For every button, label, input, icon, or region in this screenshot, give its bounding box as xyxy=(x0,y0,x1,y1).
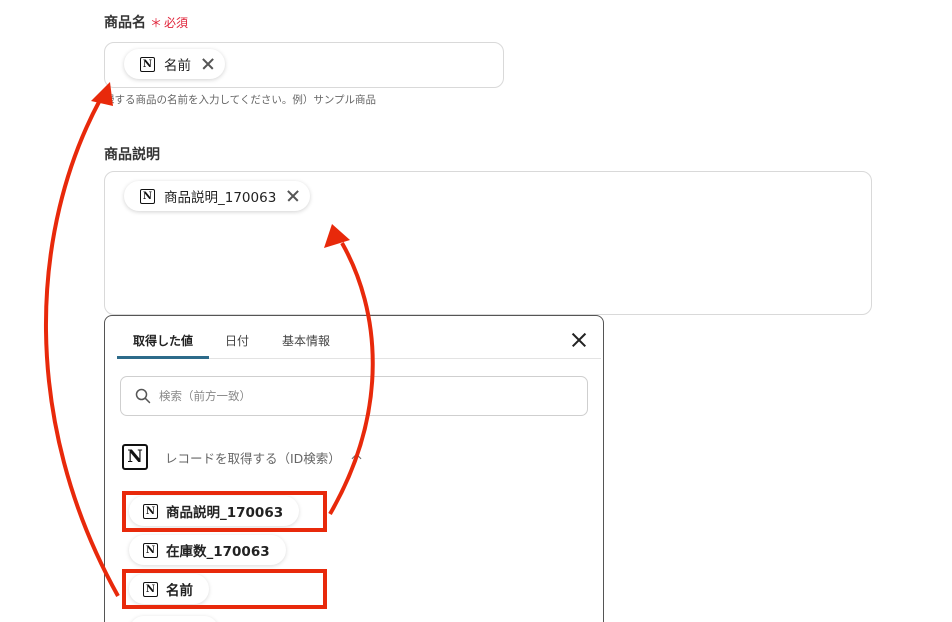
product-description-label: 商品説明 xyxy=(104,147,160,163)
chip-label: 商品説明_170063 xyxy=(164,190,277,206)
remove-chip-icon[interactable] xyxy=(286,189,300,203)
product-name-label: 商品名 xyxy=(104,15,146,31)
notion-icon: N xyxy=(122,444,148,470)
record-group-header[interactable]: N レコードを取得する（ID検索） xyxy=(122,444,361,470)
highlight-box-description xyxy=(122,491,327,532)
product-description-chip[interactable]: N 商品説明_170063 xyxy=(124,181,311,211)
close-icon[interactable] xyxy=(571,332,587,348)
search-icon xyxy=(135,388,151,404)
notion-icon: N xyxy=(143,542,158,558)
tab-acquired-values[interactable]: 取得した値 xyxy=(133,332,193,349)
notion-icon: N xyxy=(140,188,155,204)
notion-icon: N xyxy=(140,56,155,72)
required-asterisk: ＊ xyxy=(150,16,163,30)
list-item-stock[interactable]: N 在庫数_170063 xyxy=(129,535,286,565)
required-label: 必須 xyxy=(164,16,189,30)
tab-basic-info[interactable]: 基本情報 xyxy=(282,332,330,349)
remove-chip-icon[interactable] xyxy=(201,57,215,71)
search-box[interactable] xyxy=(120,376,588,416)
product-name-chip[interactable]: N 名前 xyxy=(124,49,225,79)
search-input[interactable] xyxy=(159,389,539,403)
product-name-hint: 録する商品の名前を入力してください。例）サンプル商品 xyxy=(104,94,377,106)
tab-date[interactable]: 日付 xyxy=(225,332,249,349)
highlight-box-name xyxy=(122,569,327,609)
group-title: レコードを取得する（ID検索） xyxy=(165,450,341,466)
chevron-up-icon xyxy=(351,452,361,462)
list-item-more[interactable] xyxy=(129,616,219,622)
chip-label: 名前 xyxy=(164,58,191,74)
active-tab-indicator xyxy=(117,356,209,359)
item-label: 在庫数_170063 xyxy=(166,544,270,560)
